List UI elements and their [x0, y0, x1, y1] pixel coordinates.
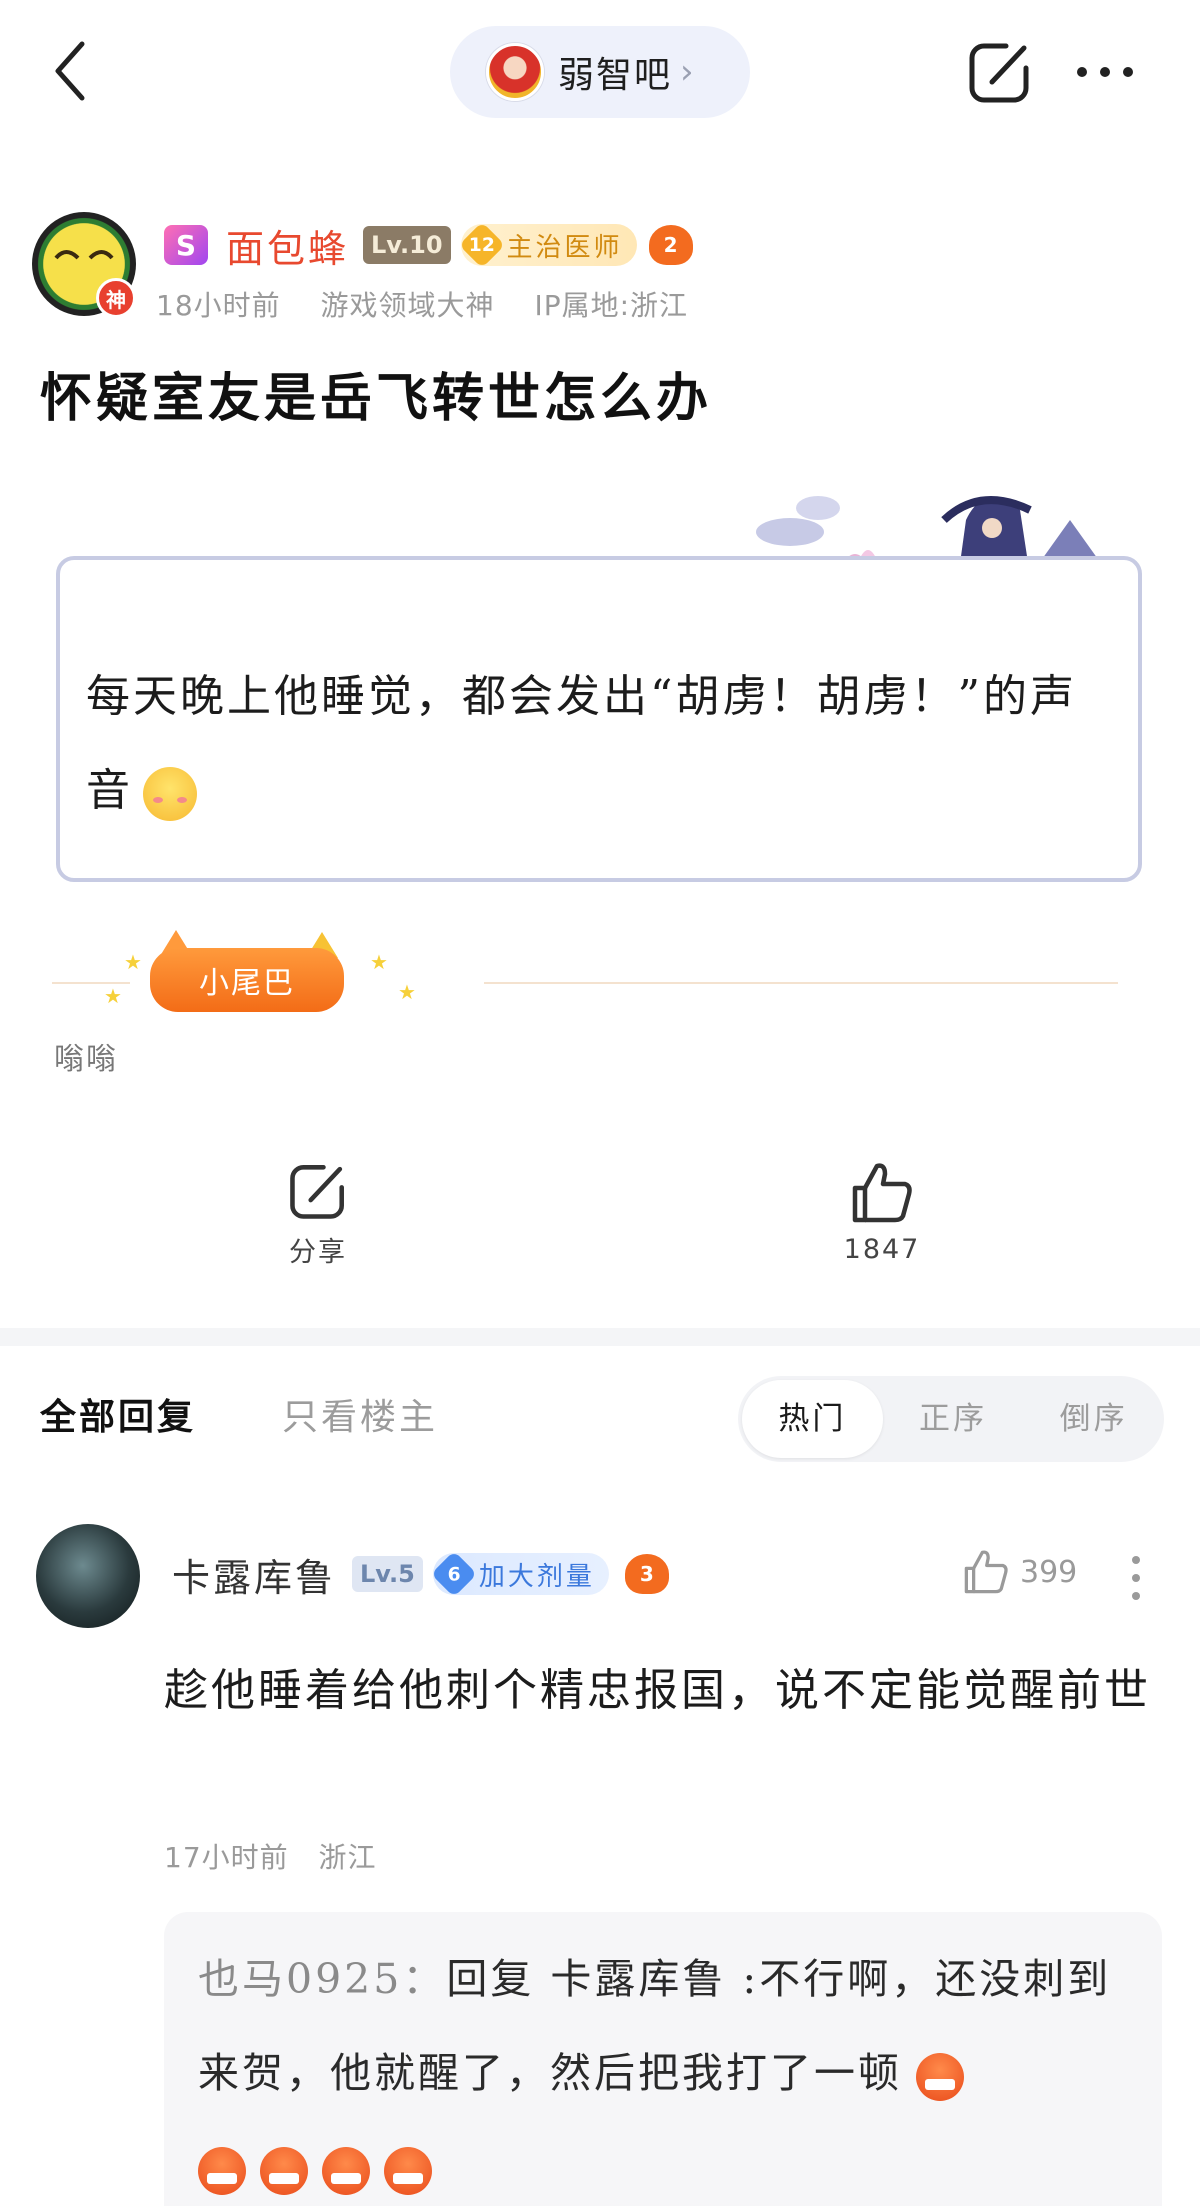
angry-emoji-icon: [384, 2146, 432, 2195]
post-title: 怀疑室友是岳飞转世怎么办: [40, 368, 713, 429]
sort-desc-button[interactable]: 倒序: [1023, 1380, 1164, 1458]
thumbs-up-icon: [852, 1163, 912, 1223]
comment-more-button[interactable]: [1124, 1550, 1148, 1606]
comment-time: 17小时前: [164, 1841, 289, 1874]
angry-emoji-icon: [916, 2052, 964, 2101]
angry-emoji-icon: [260, 2146, 308, 2195]
back-button[interactable]: [46, 36, 96, 106]
commenter-avatar[interactable]: [36, 1524, 140, 1628]
title-badge: 12 主治医师: [458, 221, 637, 269]
comment-location: 浙江: [318, 1841, 377, 1874]
more-dots-icon: [1077, 67, 1133, 77]
title-level-diamond: 6: [430, 1550, 477, 1598]
author-name[interactable]: 面包蜂: [226, 218, 349, 273]
star-icon: ★: [104, 984, 122, 1008]
post-time: 18小时前: [156, 289, 281, 322]
ip-location: IP属地:浙江: [534, 289, 689, 322]
commenter-name[interactable]: 卡露库鲁: [172, 1547, 336, 1602]
comment-like-button[interactable]: 399: [962, 1548, 1077, 1596]
tail-badge: 小尾巴: [150, 948, 344, 1012]
like-count: 1847: [843, 1234, 921, 1265]
more-button[interactable]: [1070, 44, 1140, 100]
share-icon: [290, 1165, 344, 1219]
comment-header: 卡露库鲁 Lv.5 6 加大剂量 3: [172, 1546, 669, 1602]
vertical-dots-icon: [1132, 1556, 1140, 1600]
comment-body: 趁他睡着给他刺个精忠报国，说不定能觉醒前世: [164, 1665, 1151, 1716]
comment-meta: 17小时前 浙江: [164, 1836, 397, 1876]
sort-toggle-group: 热门 正序 倒序: [738, 1376, 1164, 1462]
rank-medal-icon: 2: [648, 225, 693, 265]
forum-entry-button[interactable]: 弱智吧 ›: [450, 26, 750, 118]
star-icon: ★: [124, 950, 142, 974]
star-icon: ★: [398, 980, 416, 1004]
sub-reply-box[interactable]: 也马0925：回复 卡露库鲁 :不行啊，还没刺到来贺，他就醒了，然后把我打了一顿: [164, 1912, 1162, 2206]
section-separator: [0, 1328, 1200, 1346]
sub-reply-user[interactable]: 也马0925：: [198, 1955, 446, 2003]
blush-emoji-icon: [143, 766, 197, 821]
tail-text: 嗡嗡: [54, 1042, 118, 1077]
level-badge: Lv.10: [363, 226, 451, 264]
sort-hot-button[interactable]: 热门: [742, 1380, 883, 1458]
like-action[interactable]: 1847: [802, 1160, 962, 1265]
level-badge: Lv.5: [352, 1556, 423, 1592]
chevron-right-icon: ›: [680, 52, 694, 92]
post-body: 每天晚上他睡觉，都会发出“胡虏！胡虏！”的声音: [86, 650, 1112, 838]
forum-name: 弱智吧: [558, 55, 673, 96]
share-button[interactable]: [966, 38, 1034, 106]
sub-reply: 也马0925：回复 卡露库鲁 :不行啊，还没刺到来贺，他就醒了，然后把我打了一顿: [198, 1932, 1128, 2206]
title-level-number: 6: [447, 1563, 461, 1585]
star-icon: ★: [370, 950, 388, 974]
title-badge: 6 加大剂量: [430, 1550, 609, 1598]
share-label: 分享: [289, 1237, 347, 1268]
top-bar: 弱智吧 ›: [0, 0, 1200, 150]
title-level-number: 12: [468, 234, 495, 256]
tab-op-only[interactable]: 只看楼主: [282, 1388, 438, 1440]
share-icon: [969, 43, 1029, 103]
avatar-face-icon: [54, 250, 114, 260]
vip-badge: S: [164, 225, 208, 265]
forum-avatar: [486, 43, 544, 101]
post-body-text: 每天晚上他睡觉，都会发出“胡虏！胡虏！”的声音: [86, 671, 1077, 816]
title-level-diamond: 12: [458, 221, 505, 269]
tab-all-replies[interactable]: 全部回复: [40, 1388, 196, 1440]
god-badge: 神: [96, 278, 136, 318]
title-badge-text: 加大剂量: [478, 1561, 595, 1592]
rank-medal-icon: 3: [624, 1554, 669, 1594]
author-meta: 18小时前 游戏领域大神 IP属地:浙江: [156, 284, 718, 324]
share-action[interactable]: 分享: [238, 1160, 398, 1269]
sort-asc-button[interactable]: 正序: [883, 1380, 1024, 1458]
thumbs-up-icon: [964, 1550, 1008, 1594]
comment-like-count: 399: [1020, 1554, 1078, 1590]
title-badge-text: 主治医师: [506, 232, 623, 263]
angry-emoji-icon: [198, 2146, 246, 2195]
post-page: 弱智吧 › 神 S 面包蜂 Lv.10 12 主治医师 2 18小时前 游戏领域…: [0, 0, 1200, 2206]
post-content-card: 每天晚上他睡觉，都会发出“胡虏！胡虏！”的声音: [56, 556, 1142, 882]
author-info-line: S 面包蜂 Lv.10 12 主治医师 2: [164, 218, 693, 272]
author-honor: 游戏领域大神: [320, 289, 495, 322]
chevron-left-icon: [55, 41, 85, 101]
angry-emoji-icon: [322, 2146, 370, 2195]
tail-divider-right: [484, 982, 1118, 984]
